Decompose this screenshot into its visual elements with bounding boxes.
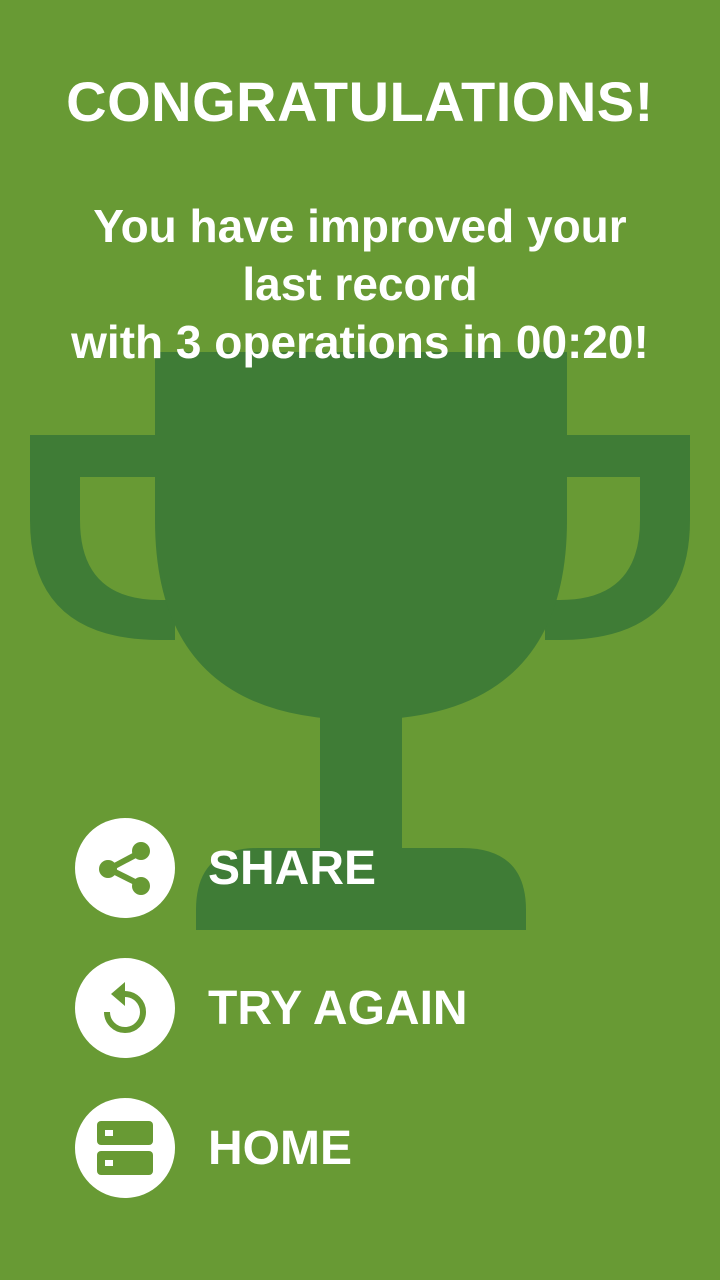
home-icon-circle[interactable] — [75, 1098, 175, 1198]
result-screen: CONGRATULATIONS! You have improved your … — [0, 0, 720, 1280]
record-message-line-1: You have improved your — [93, 200, 627, 252]
try-again-button[interactable]: TRY AGAIN — [75, 958, 468, 1058]
record-message-line-3: with 3 operations in 00:20! — [71, 316, 649, 368]
share-icon-circle[interactable] — [75, 818, 175, 918]
trophy-icon — [30, 352, 690, 930]
share-icon — [99, 842, 150, 895]
home-icon — [97, 1121, 153, 1175]
record-message-line-2: last record — [242, 258, 478, 310]
share-label[interactable]: SHARE — [208, 841, 376, 896]
share-button[interactable]: SHARE — [75, 818, 376, 918]
replay-icon — [104, 982, 146, 1033]
replay-icon-circle[interactable] — [75, 958, 175, 1058]
record-message: You have improved your last record with … — [0, 197, 720, 371]
home-button[interactable]: HOME — [75, 1098, 352, 1198]
page-title: CONGRATULATIONS! — [66, 70, 654, 133]
home-label[interactable]: HOME — [208, 1121, 352, 1176]
try-again-label[interactable]: TRY AGAIN — [208, 981, 468, 1036]
